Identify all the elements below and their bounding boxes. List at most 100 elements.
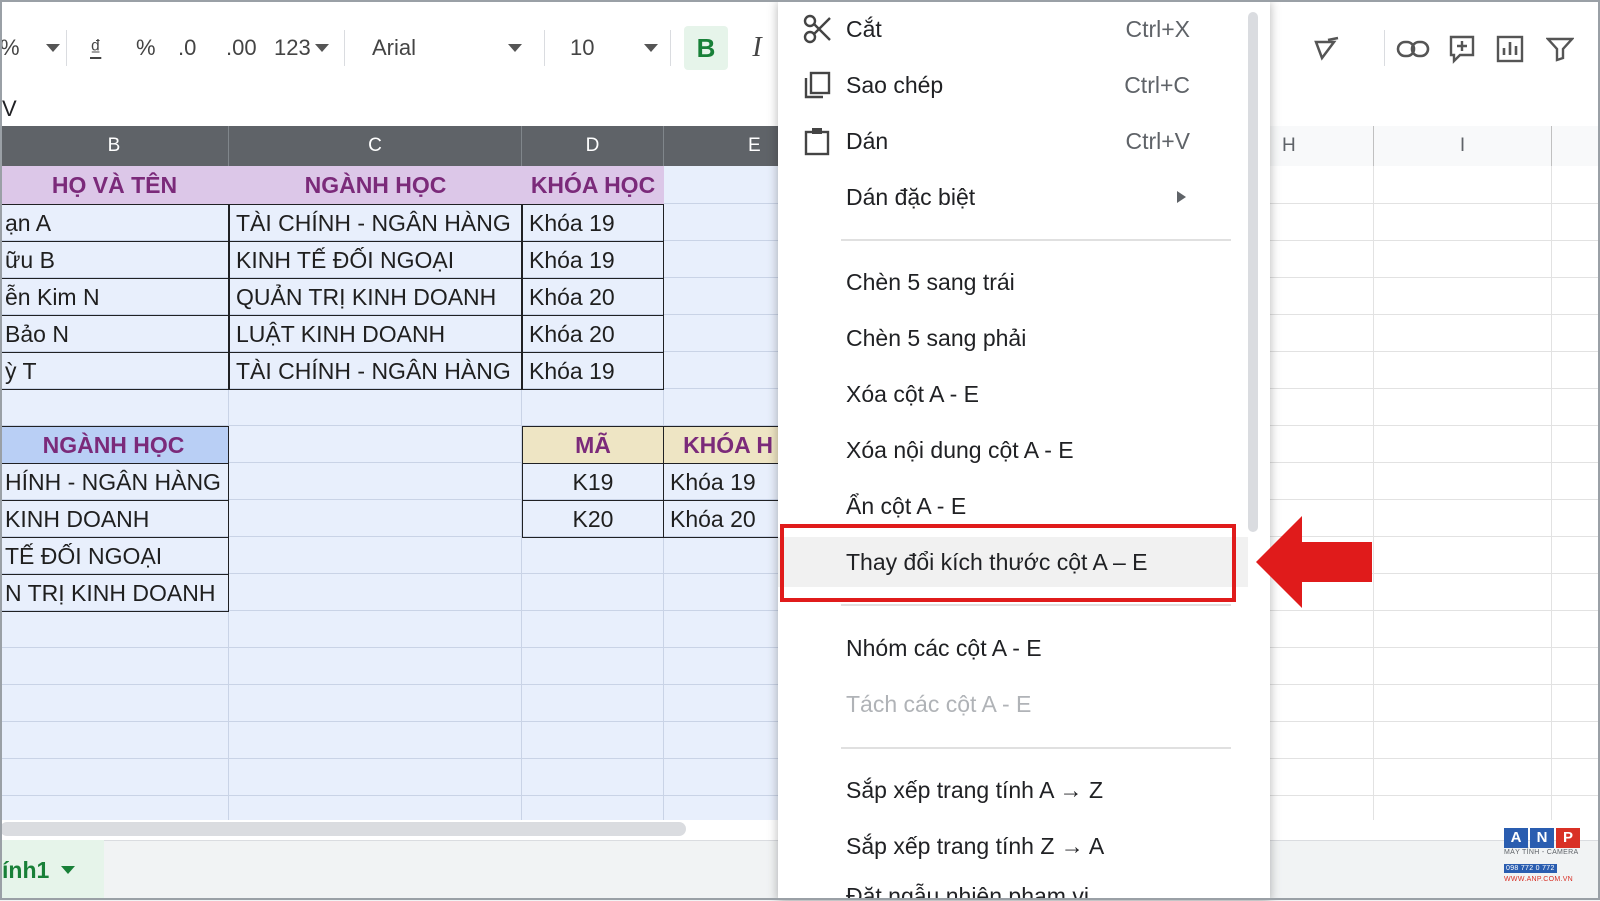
table-cell[interactable]: N TRỊ KINH DOANH [0,574,229,612]
table-cell[interactable]: KINH DOANH [0,500,229,538]
menu-item-delete-columns[interactable]: Xóa cột A - E [778,369,1248,419]
grid-line [1270,684,1600,685]
table-cell[interactable]: ữu B [0,241,229,279]
toolbar-divider [670,30,671,66]
table-cell[interactable]: ạn A [0,204,229,242]
chevron-down-icon [508,44,522,52]
horizontal-scrollbar[interactable] [0,822,686,836]
menu-item-group-columns[interactable]: Nhóm các cột A - E [778,623,1248,673]
table-cell[interactable]: QUẢN TRỊ KINH DOANH [229,278,522,316]
table1-header-major[interactable]: NGÀNH HỌC [229,166,522,204]
table-cell[interactable]: ễn Kim N [0,278,229,316]
font-family-dropdown[interactable]: Arial [372,28,522,68]
column-header-b[interactable]: B [0,126,229,166]
table-cell[interactable]: ỳ T [0,352,229,390]
table-cell[interactable]: Khóa 19 [522,241,664,279]
increase-decimal-button[interactable]: .00 [226,28,257,68]
insert-link-button[interactable] [1396,30,1430,68]
table-cell[interactable]: LUẬT KINH DOANH [229,315,522,353]
grid-line [1270,462,1600,463]
menu-item-insert-left[interactable]: Chèn 5 sang trái [778,257,1248,307]
shortcut-label: Ctrl+V [1125,127,1190,154]
insert-comment-button[interactable] [1448,30,1476,68]
grid-line [1270,203,1600,204]
table-cell[interactable]: Khóa 20 [522,278,664,316]
table-cell[interactable]: KINH TẾ ĐỐI NGOẠI [229,241,522,279]
more-formats-dropdown[interactable]: 123 [274,28,329,68]
percent-format-button[interactable]: % [136,28,156,68]
grid-line [1270,721,1600,722]
toolbar-divider [344,30,345,66]
table-cell[interactable]: Khóa 19 [663,463,793,501]
grid-line [1270,351,1600,352]
table-cell[interactable]: HÍNH - NGÂN HÀNG [0,463,229,501]
table2-header-major[interactable]: NGÀNH HỌC [0,426,229,464]
menu-scrollbar[interactable] [1248,12,1258,532]
menu-item-label: Dán [846,127,889,154]
currency-format-button[interactable]: ₫ [90,28,101,68]
table3-header-course[interactable]: KHÓA H [663,426,793,464]
chevron-down-icon[interactable] [61,866,76,874]
menu-item-cut[interactable]: Cắt Ctrl+X [778,4,1248,54]
more-formats-label: 123 [274,35,311,60]
table-cell[interactable]: Khóa 20 [663,500,793,538]
menu-item-clear-columns[interactable]: Xóa nội dung cột A - E [778,425,1248,475]
menu-item-label: Dán đặc biệt [846,183,976,210]
table-cell[interactable]: Khóa 20 [522,315,664,353]
font-size-dropdown[interactable]: 10 [570,28,658,68]
logo-line: 098 772 0 772 [1504,864,1557,873]
grid-line [1270,388,1600,389]
font-family-label: Arial [372,35,417,60]
insert-chart-button[interactable] [1496,30,1524,68]
percent-zoom-dropdown[interactable]: % [0,28,60,68]
table-cell[interactable]: Bảo N [0,315,229,353]
decrease-decimal-button[interactable]: .0 [178,28,196,68]
menu-item-label: Ẩn cột A - E [846,492,967,519]
chart-icon [1496,35,1524,63]
menu-item-label: Xóa nội dung cột A - E [846,436,1074,463]
toolbar-divider [1384,30,1385,66]
table1-header-course[interactable]: KHÓA HỌC [522,166,664,204]
menu-item-label: Sắp xếp trang tính A → Z [846,776,1103,803]
column-header-d[interactable]: D [522,126,664,166]
shortcut-label: Ctrl+X [1125,15,1190,42]
table3-header-code[interactable]: MÃ [522,426,664,464]
column-header-c[interactable]: C [229,126,522,166]
column-header-h[interactable]: H [1270,126,1374,166]
table-cell[interactable]: TÀI CHÍNH - NGÂN HÀNG [229,204,522,242]
sheet-tab[interactable]: ính1 [0,840,104,900]
menu-item-paste-special[interactable]: Dán đặc biệt [778,172,1248,222]
menu-item-label: Cắt [846,15,882,42]
table-cell[interactable]: TÀI CHÍNH - NGÂN HÀNG [229,352,522,390]
add-comment-icon [1449,35,1475,64]
context-menu: Cắt Ctrl+X Sao chép Ctrl+C Dán Ctrl+V Dá… [778,0,1270,900]
menu-item-sort-za[interactable]: Sắp xếp trang tính Z → A [778,821,1248,871]
table-cell[interactable]: TẾ ĐỐI NGOẠI [0,537,229,575]
table1-header-name[interactable]: HỌ VÀ TÊN [0,166,229,204]
grid-line [0,684,780,685]
menu-item-paste[interactable]: Dán Ctrl+V [778,116,1248,166]
table-cell[interactable]: K19 [522,463,664,501]
spreadsheet-grid-right[interactable] [1270,166,1600,820]
menu-divider [841,239,1231,241]
column-headers-selected: B C D E [0,126,844,166]
italic-button[interactable]: I [742,26,772,70]
table-cell[interactable]: Khóa 19 [522,352,664,390]
menu-item-sort-az[interactable]: Sắp xếp trang tính A → Z [778,765,1248,815]
table-cell[interactable]: Khóa 19 [522,204,664,242]
paint-format-button[interactable] [1312,30,1346,68]
column-header-i[interactable]: I [1374,126,1552,166]
menu-item-label: Xóa cột A - E [846,380,979,407]
filter-button[interactable] [1546,30,1574,68]
menu-item-insert-right[interactable]: Chèn 5 sang phải [778,313,1248,363]
grid-line [0,795,780,796]
grid-line [1270,425,1600,426]
zoom-label: % [0,35,20,60]
grid-line [1270,647,1600,648]
grid-line [1270,240,1600,241]
menu-item-ungroup-columns: Tách các cột A - E [778,679,1248,729]
menu-item-copy[interactable]: Sao chép Ctrl+C [778,60,1248,110]
bold-button[interactable]: B [684,26,728,70]
menu-item-randomize[interactable]: Đặt ngẫu nhiên phạm vi [778,877,1248,900]
table-cell[interactable]: K20 [522,500,664,538]
